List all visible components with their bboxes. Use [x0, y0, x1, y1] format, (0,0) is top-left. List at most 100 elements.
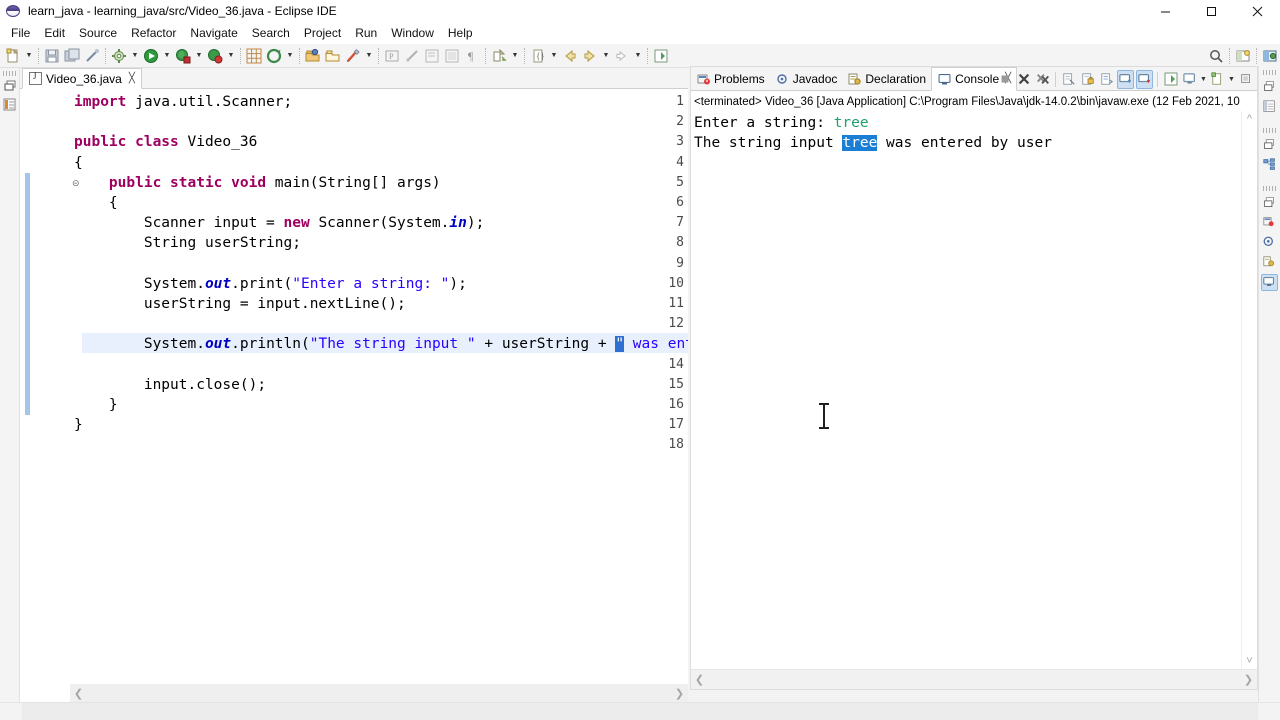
code-view[interactable]: 123456789101112131415161718 ⊝ import jav… — [20, 90, 688, 702]
code-line[interactable]: public static void main(String[] args) — [74, 173, 441, 193]
code-line[interactable] — [74, 112, 83, 132]
forward-arrow-dropdown-arrow[interactable]: ▼ — [601, 46, 611, 66]
code-line[interactable]: } — [74, 395, 118, 415]
restore-icon[interactable] — [2, 78, 18, 94]
show-console-on-error-icon[interactable] — [1136, 69, 1153, 89]
open-console-icon[interactable] — [1209, 70, 1226, 89]
rail-grip-icon[interactable] — [1263, 186, 1276, 191]
lock-scroll-icon[interactable] — [1079, 70, 1096, 89]
quick-fix-icon[interactable] — [83, 46, 101, 66]
next-arrow-icon[interactable] — [613, 46, 631, 66]
coverage-dropdown-arrow[interactable]: ▼ — [226, 46, 236, 66]
scroll-left-icon[interactable]: ❮ — [70, 685, 87, 702]
back-history-dropdown-arrow[interactable]: ▼ — [549, 46, 559, 66]
terminate-icon[interactable] — [996, 70, 1013, 89]
run-dropdown-arrow[interactable]: ▼ — [162, 46, 172, 66]
save-all-icon[interactable] — [63, 46, 81, 66]
search-tool-dropdown-arrow[interactable]: ▼ — [364, 46, 374, 66]
code-line[interactable] — [74, 254, 83, 274]
run-icon[interactable] — [142, 46, 160, 66]
scroll-track[interactable] — [87, 685, 671, 702]
coverage-icon[interactable] — [206, 46, 224, 66]
open-type-icon[interactable] — [304, 46, 322, 66]
open-task-icon[interactable] — [324, 46, 342, 66]
package-explorer-icon[interactable] — [1261, 98, 1278, 115]
menu-edit[interactable]: Edit — [37, 24, 72, 42]
debug-icon[interactable] — [174, 46, 192, 66]
back-arrow-icon[interactable] — [561, 46, 579, 66]
console-output[interactable]: Enter a string: tree The string input tr… — [691, 111, 1257, 669]
code-line[interactable]: import java.util.Scanner; — [74, 92, 292, 112]
code-line[interactable]: public class Video_36 — [74, 132, 257, 152]
show-console-on-output-icon[interactable] — [1117, 69, 1134, 89]
scroll-right-icon[interactable]: ❯ — [1240, 671, 1257, 688]
debug-dropdown-arrow[interactable]: ▼ — [194, 46, 204, 66]
next-annotation-icon[interactable] — [423, 46, 441, 66]
editor-tab-video36[interactable]: Video_36.java ╳ — [22, 68, 142, 89]
search-tool-icon[interactable] — [344, 46, 362, 66]
new-java-class-icon[interactable] — [265, 46, 283, 66]
code-line[interactable] — [74, 314, 83, 334]
new-wizard-dropdown-arrow[interactable]: ▼ — [24, 46, 34, 66]
restore-icon[interactable] — [1261, 78, 1278, 95]
new-java-class-dropdown-arrow[interactable]: ▼ — [285, 46, 295, 66]
menu-source[interactable]: Source — [72, 24, 124, 42]
menu-navigate[interactable]: Navigate — [183, 24, 244, 42]
new-wizard-icon[interactable] — [4, 46, 22, 66]
word-wrap-icon[interactable] — [1098, 70, 1115, 89]
menu-file[interactable]: File — [4, 24, 37, 42]
forward-arrow-icon[interactable] — [581, 46, 599, 66]
menu-help[interactable]: Help — [441, 24, 480, 42]
code-line[interactable]: input.close(); — [74, 375, 266, 395]
code-line[interactable]: { — [74, 193, 118, 213]
display-selected-console-dropdown-arrow[interactable]: ▼ — [1199, 76, 1208, 83]
scroll-left-icon[interactable]: ❮ — [691, 671, 708, 688]
previous-annotation-icon[interactable] — [443, 46, 461, 66]
javadoc-view-icon[interactable] — [1261, 234, 1278, 251]
menu-run[interactable]: Run — [348, 24, 384, 42]
code-line[interactable]: Scanner input = new Scanner(System.in); — [74, 213, 485, 233]
next-arrow-dropdown-arrow[interactable]: ▼ — [633, 46, 643, 66]
console-vertical-scrollbar[interactable]: ^ ˅ — [1241, 111, 1257, 669]
maximize-button[interactable] — [1188, 0, 1234, 22]
tab-declaration[interactable]: Declaration — [842, 67, 931, 91]
problems-view-icon[interactable] — [1261, 214, 1278, 231]
minimize-button[interactable] — [1142, 0, 1188, 22]
save-icon[interactable] — [43, 46, 61, 66]
console-horizontal-scrollbar[interactable]: ❮ ❯ — [691, 669, 1257, 689]
code-line[interactable]: System.out.println("The string input " +… — [74, 334, 688, 354]
code-line[interactable]: { — [74, 153, 83, 173]
new-java-package-icon[interactable] — [245, 46, 263, 66]
skip-breakpoints-icon[interactable] — [403, 46, 421, 66]
pin-editor-icon[interactable] — [652, 46, 670, 66]
scroll-up-icon[interactable]: ^ — [1247, 111, 1252, 127]
scroll-track[interactable] — [708, 671, 1240, 688]
menu-window[interactable]: Window — [384, 24, 441, 42]
last-edit-location-dropdown-arrow[interactable]: ▼ — [510, 46, 520, 66]
editor-horizontal-scrollbar[interactable]: ❮ ❯ — [70, 683, 688, 702]
open-console-dropdown-arrow[interactable]: ▼ — [1227, 76, 1236, 83]
build-icon[interactable] — [110, 46, 128, 66]
code-line[interactable] — [74, 355, 83, 375]
show-whitespace-icon[interactable]: ¶ — [463, 46, 481, 66]
remove-launch-icon[interactable] — [1015, 70, 1032, 89]
code-line[interactable]: } — [74, 415, 83, 435]
outline-icon[interactable] — [1261, 156, 1278, 173]
clear-console-icon[interactable] — [1060, 70, 1077, 89]
declaration-view-icon[interactable] — [1261, 254, 1278, 271]
last-edit-location-icon[interactable] — [490, 46, 508, 66]
menu-project[interactable]: Project — [297, 24, 348, 42]
close-button[interactable] — [1234, 0, 1280, 22]
display-selected-console-icon[interactable] — [1181, 70, 1198, 89]
open-perspective-icon[interactable] — [1234, 46, 1252, 66]
rail-grip-icon[interactable] — [1263, 128, 1276, 133]
pin-console-icon[interactable] — [1162, 70, 1179, 89]
toggle-mark-occurrences-icon[interactable]: P — [383, 46, 401, 66]
remove-all-terminated-icon[interactable] — [1034, 70, 1051, 89]
tab-javadoc[interactable]: Javadoc — [770, 67, 843, 91]
scroll-right-icon[interactable]: ❯ — [671, 685, 688, 702]
minimize-view-icon[interactable] — [1237, 70, 1254, 89]
rail-grip-icon[interactable] — [1263, 70, 1276, 75]
menu-refactor[interactable]: Refactor — [124, 24, 183, 42]
back-history-icon[interactable]: {} — [529, 46, 547, 66]
